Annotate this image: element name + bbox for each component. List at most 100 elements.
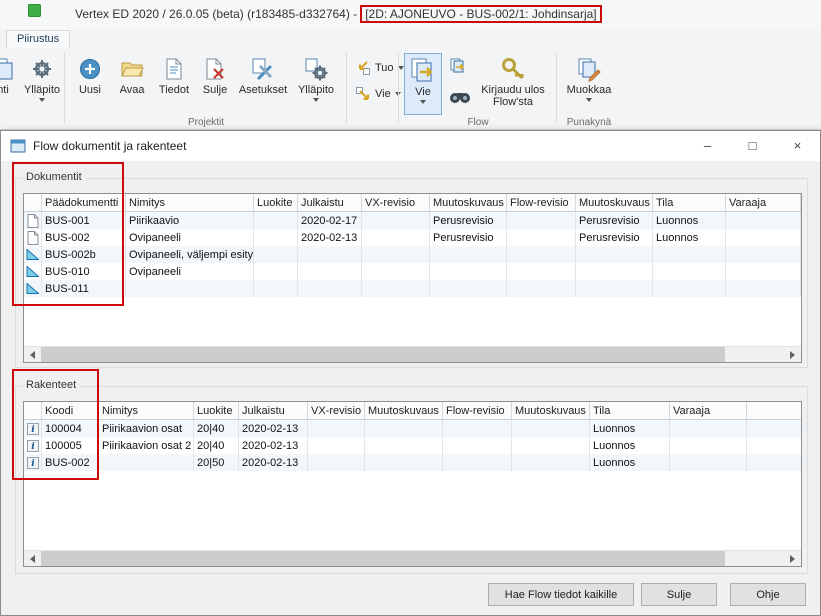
chevron-down-icon — [313, 98, 319, 102]
column-header[interactable]: VX-revisio — [308, 402, 365, 419]
ohje-button[interactable]: Ohje — [730, 583, 806, 606]
column-header[interactable]: Varaaja — [670, 402, 747, 419]
asetukset-button[interactable]: Asetukset — [236, 53, 290, 115]
table-row[interactable]: BUS-010Ovipaneeli — [24, 263, 801, 280]
scroll-right-button[interactable] — [784, 347, 801, 362]
column-header[interactable]: Muutoskuvaus — [576, 194, 653, 211]
scroll-left-button[interactable] — [24, 551, 41, 566]
app-icon[interactable] — [28, 4, 41, 17]
table-cell: Luonnos — [590, 420, 670, 437]
yllapito-label: Ylläpito — [298, 84, 334, 96]
svg-text:i: i — [31, 425, 35, 435]
groupbox-rakenteet-label: Rakenteet — [22, 379, 80, 391]
scroll-left-icon — [30, 555, 35, 563]
info-icon: i — [24, 454, 42, 471]
table-cell — [254, 212, 298, 229]
new-document-icon — [77, 56, 103, 82]
table-row[interactable]: BUS-011 — [24, 280, 801, 297]
document-icon — [24, 212, 42, 229]
yllapito-left-button[interactable]: Ylläpito — [20, 53, 64, 115]
column-header[interactable]: Päädokumentti — [42, 194, 126, 211]
settings-tools-icon — [250, 56, 276, 82]
sulje-button[interactable]: Sulje — [196, 53, 234, 115]
column-header[interactable]: Muutoskuvaus — [365, 402, 443, 419]
dialog-titlebar[interactable]: Flow dokumentit ja rakenteet – □ × — [1, 131, 820, 161]
table-cell — [308, 437, 365, 454]
uusi-button[interactable]: Uusi — [70, 53, 110, 115]
table-row[interactable]: i100005Piirikaavion osat 220|402020-02-1… — [24, 437, 801, 454]
column-header[interactable]: Muutoskuvaus — [512, 402, 590, 419]
table-row[interactable]: BUS-002Ovipaneeli2020-02-13PerusrevisioP… — [24, 229, 801, 246]
minimize-button[interactable]: – — [685, 131, 730, 160]
vie-small-button[interactable]: Vie — [352, 84, 404, 104]
ribbon-separator — [346, 53, 347, 123]
maximize-button[interactable]: □ — [730, 131, 775, 160]
table-cell — [362, 212, 430, 229]
groupbox-dokumentit-label: Dokumentit — [22, 171, 86, 183]
column-header[interactable] — [24, 402, 42, 419]
column-header[interactable]: VX-revisio — [362, 194, 430, 211]
column-header[interactable]: Nimitys — [99, 402, 194, 419]
tiedot-button[interactable]: Tiedot — [154, 53, 194, 115]
table-cell: Ovipaneeli, väljempi esitys — [126, 246, 254, 263]
table-cell — [298, 263, 362, 280]
column-header[interactable]: Julkaistu — [239, 402, 308, 419]
table-cell — [507, 229, 576, 246]
table-cell — [443, 420, 512, 437]
table-row[interactable]: BUS-001Piirikaavio2020-02-17Perusrevisio… — [24, 212, 801, 229]
muokkaa-button[interactable]: Muokkaa — [562, 53, 616, 115]
column-header[interactable]: Nimitys — [126, 194, 254, 211]
hae-flow-tiedot-button[interactable]: Hae Flow tiedot kaikille — [488, 583, 634, 606]
column-header[interactable]: Flow-revisio — [507, 194, 576, 211]
table-cell — [512, 454, 590, 471]
export-pages-small-icon — [449, 57, 467, 75]
table-cell — [670, 420, 747, 437]
scrollbar-track[interactable] — [725, 347, 784, 362]
structures-table: KoodiNimitysLuokiteJulkaistuVX-revisioMu… — [23, 401, 802, 567]
column-header[interactable]: Flow-revisio — [443, 402, 512, 419]
vie-flow-button[interactable]: Vie — [404, 53, 442, 115]
sulje-button-dialog[interactable]: Sulje — [641, 583, 717, 606]
scroll-left-button[interactable] — [24, 347, 41, 362]
column-header[interactable]: Varaaja — [726, 194, 801, 211]
scrollbar-thumb[interactable] — [41, 551, 725, 566]
table-cell — [653, 246, 726, 263]
table-cell: Ovipaneeli — [126, 263, 254, 280]
close-button[interactable]: × — [775, 131, 820, 160]
column-header[interactable]: Tila — [590, 402, 670, 419]
table-cell: Luonnos — [590, 437, 670, 454]
column-header[interactable] — [24, 194, 42, 211]
scrollbar-thumb[interactable] — [41, 347, 725, 362]
column-header[interactable]: Luokite — [254, 194, 298, 211]
table-row[interactable]: i100004Piirikaavion osat20|402020-02-13L… — [24, 420, 801, 437]
avaa-button[interactable]: Avaa — [112, 53, 152, 115]
documents-table: PäädokumenttiNimitysLuokiteJulkaistuVX-r… — [23, 193, 802, 363]
column-header[interactable]: Muutoskuvaus — [430, 194, 507, 211]
ribbon-separator — [398, 53, 399, 123]
column-header[interactable]: Julkaistu — [298, 194, 362, 211]
table-row[interactable]: iBUS-00220|502020-02-13Luonnos — [24, 454, 801, 471]
scroll-right-button[interactable] — [784, 551, 801, 566]
partial-cut-button[interactable]: nti — [0, 53, 22, 115]
info-icon: i — [24, 437, 42, 454]
triangle-icon — [24, 263, 42, 280]
yllapito-button[interactable]: Ylläpito — [292, 53, 340, 115]
open-folder-icon — [119, 56, 145, 82]
flow-search-button[interactable] — [446, 86, 474, 106]
table-header-row: KoodiNimitysLuokiteJulkaistuVX-revisioMu… — [24, 402, 801, 420]
table-cell: Piirikaavion osat 2 — [99, 437, 194, 454]
scrollbar-track[interactable] — [725, 551, 784, 566]
table-cell: 20|40 — [194, 420, 239, 437]
table-cell — [576, 263, 653, 280]
table-cell — [365, 420, 443, 437]
tab-piirustus[interactable]: Piirustus — [6, 30, 70, 48]
flow-export-small-button[interactable] — [446, 56, 470, 76]
table-row[interactable]: BUS-002bOvipaneeli, väljempi esitys — [24, 246, 801, 263]
app-title-text: Vertex ED 2020 / 26.0.05 (beta) (r183485… — [75, 7, 357, 21]
column-header[interactable]: Luokite — [194, 402, 239, 419]
triangle-icon — [24, 280, 42, 297]
column-header[interactable]: Tila — [653, 194, 726, 211]
chevron-down-icon — [420, 100, 426, 104]
column-header[interactable]: Koodi — [42, 402, 99, 419]
kirjaudu-ulos-button[interactable]: Kirjaudu ulos Flow'sta — [476, 53, 550, 115]
